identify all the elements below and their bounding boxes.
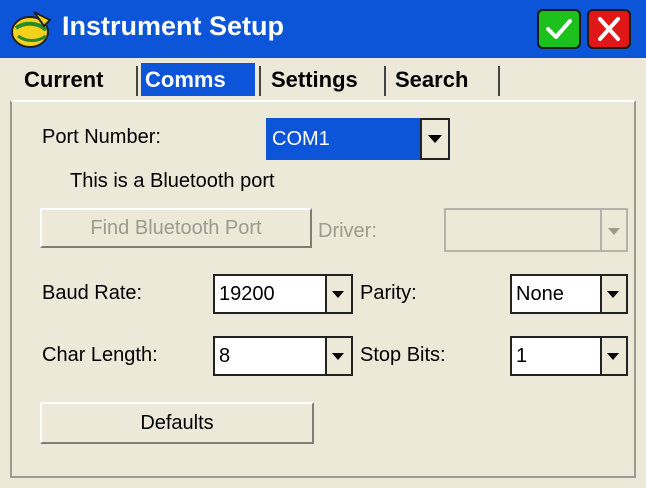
char-length-select[interactable]: 8: [213, 336, 353, 376]
chevron-down-icon: [428, 135, 442, 143]
tab-current[interactable]: Current: [20, 63, 103, 96]
ok-button[interactable]: [537, 9, 581, 49]
bluetooth-port-label: This is a Bluetooth port: [70, 170, 275, 192]
tab-settings[interactable]: Settings: [267, 63, 358, 96]
baud-rate-select[interactable]: 19200: [213, 274, 353, 314]
driver-dropdown-button[interactable]: [600, 210, 626, 250]
stop-bits-value: 1: [516, 345, 528, 367]
baud-rate-label: Baud Rate:: [42, 282, 143, 304]
window-title: Instrument Setup: [62, 11, 285, 41]
chevron-down-icon: [332, 353, 344, 360]
tab-divider: [498, 66, 500, 96]
parity-label: Parity:: [360, 282, 417, 304]
baud-rate-dropdown-button[interactable]: [325, 276, 351, 312]
baud-rate-value: 19200: [219, 283, 275, 305]
port-number-label: Port Number:: [42, 126, 161, 148]
tab-divider: [384, 66, 386, 96]
driver-label: Driver:: [318, 220, 377, 242]
char-length-value: 8: [219, 345, 231, 367]
close-icon: [598, 17, 620, 41]
port-number-dropdown-button[interactable]: [420, 118, 450, 160]
parity-dropdown-button[interactable]: [600, 276, 626, 312]
driver-select[interactable]: [444, 208, 628, 252]
stop-bits-select[interactable]: 1: [510, 336, 628, 376]
close-button[interactable]: [587, 9, 631, 49]
tab-comms[interactable]: Comms: [141, 63, 255, 96]
tab-divider: [259, 66, 261, 96]
tab-search[interactable]: Search: [391, 63, 468, 96]
parity-select[interactable]: None: [510, 274, 628, 314]
chevron-down-icon: [607, 353, 619, 360]
chevron-down-icon: [608, 228, 620, 235]
check-icon: [546, 19, 572, 39]
char-length-dropdown-button[interactable]: [325, 338, 351, 374]
char-length-label: Char Length:: [42, 344, 158, 366]
chevron-down-icon: [607, 291, 619, 298]
tab-divider: [136, 66, 138, 96]
stop-bits-dropdown-button[interactable]: [600, 338, 626, 374]
parity-value: None: [516, 283, 564, 305]
defaults-button[interactable]: Defaults: [40, 402, 314, 444]
port-number-value: COM1: [272, 128, 330, 150]
find-bluetooth-port-button[interactable]: Find Bluetooth Port: [40, 208, 312, 248]
stop-bits-label: Stop Bits:: [360, 344, 446, 366]
port-number-select[interactable]: COM1: [266, 118, 450, 160]
chevron-down-icon: [332, 291, 344, 298]
instrument-setup-icon: [10, 8, 54, 50]
